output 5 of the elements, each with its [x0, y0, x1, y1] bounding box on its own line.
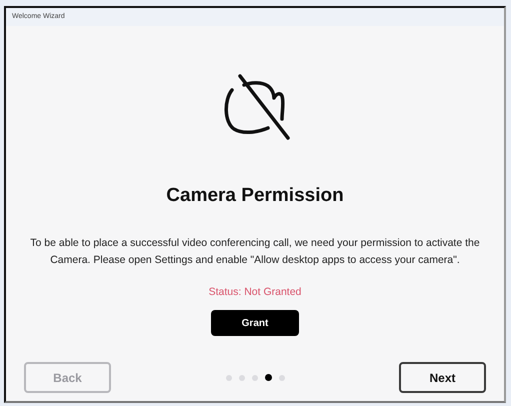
grant-button[interactable]: Grant	[211, 310, 299, 336]
next-button[interactable]: Next	[399, 362, 486, 393]
status-text: Status: Not Granted	[208, 284, 302, 300]
description-text: To be able to place a successful video conferencing call, we need your permission to activate the Camera. Please open Settings and enable "Allow desktop apps to access your camera".	[29, 236, 481, 268]
page-heading: Camera Permission	[166, 184, 344, 208]
